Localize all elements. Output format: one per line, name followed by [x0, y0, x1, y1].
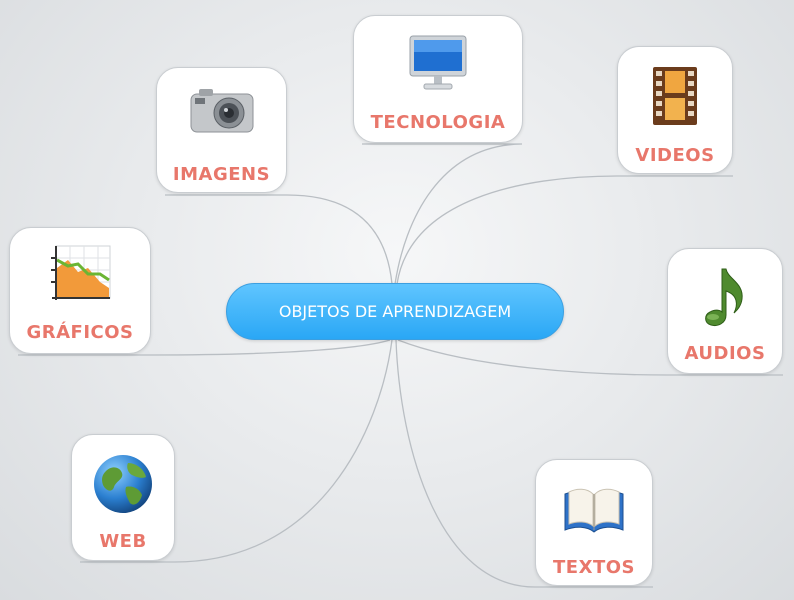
node-textos[interactable]: TEXTOS — [535, 459, 653, 586]
node-tecnologia[interactable]: TECNOLOGIA — [353, 15, 523, 143]
chart-icon — [48, 244, 112, 308]
music-note-icon — [700, 265, 750, 333]
connector-tecnologia — [362, 143, 523, 285]
monitor-icon — [408, 34, 468, 96]
node-graficos[interactable]: GRÁFICOS — [9, 227, 151, 354]
node-label: VIDEOS — [635, 145, 715, 166]
node-imagens[interactable]: IMAGENS — [156, 67, 287, 193]
book-icon — [561, 484, 627, 540]
camera-icon — [189, 86, 255, 140]
film-strip-icon — [651, 65, 699, 131]
node-audios[interactable]: AUDIOS — [667, 248, 783, 374]
central-topic[interactable]: OBJETOS DE APRENDIZAGEM — [226, 283, 564, 340]
connector-imagens — [165, 194, 393, 285]
globe-icon — [92, 453, 154, 519]
node-label: AUDIOS — [684, 343, 766, 364]
central-topic-label: OBJETOS DE APRENDIZAGEM — [278, 302, 512, 321]
node-label: GRÁFICOS — [26, 322, 134, 343]
node-label: TECNOLOGIA — [370, 112, 506, 133]
node-label: WEB — [99, 531, 147, 552]
node-label: TEXTOS — [553, 557, 635, 578]
node-web[interactable]: WEB — [71, 434, 175, 561]
node-videos[interactable]: VIDEOS — [617, 46, 733, 174]
node-label: IMAGENS — [172, 164, 271, 185]
